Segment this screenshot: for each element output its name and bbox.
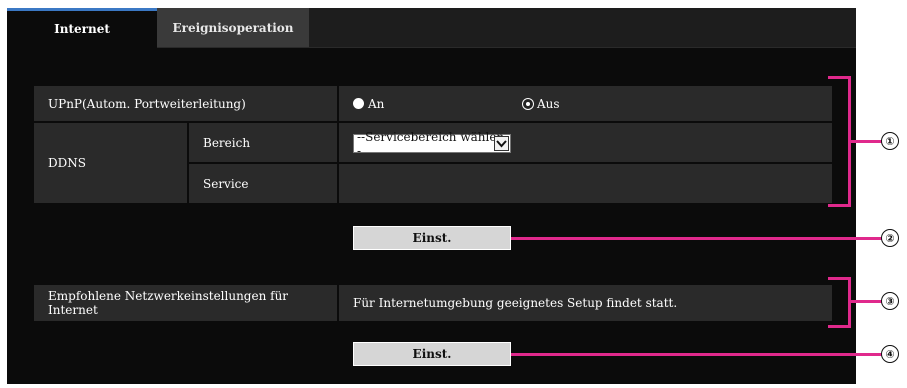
annotation-number-2: ② xyxy=(881,229,899,247)
bereich-select[interactable]: --Servicebereich wählen-- xyxy=(353,130,511,158)
tab-bar-background xyxy=(309,8,856,47)
annotation-number-3: ③ xyxy=(881,292,899,310)
annotation-number-1: ① xyxy=(881,132,899,150)
annotation-number-4: ④ xyxy=(881,345,899,363)
bereich-select-value: --Servicebereich wählen-- xyxy=(357,129,509,158)
upnp-option-an[interactable]: An xyxy=(353,97,523,111)
upnp-label: UPnP(Autom. Portweiterleitung) xyxy=(34,86,337,121)
radio-selected-icon[interactable] xyxy=(523,98,533,109)
ddns-service-value xyxy=(339,164,832,203)
ddns-label: DDNS xyxy=(34,123,187,203)
tab-internet[interactable]: Internet xyxy=(7,8,157,47)
recommended-value: Für Internetumgebung geeignetes Setup fi… xyxy=(339,285,832,321)
annotation-line-4 xyxy=(511,353,882,356)
tab-divider xyxy=(157,47,856,48)
tab-ereignisoperation[interactable]: Ereignisoperation xyxy=(157,8,309,47)
radio-unselected-icon[interactable] xyxy=(353,98,364,109)
upnp-options: An Aus xyxy=(339,86,832,121)
chevron-down-icon[interactable] xyxy=(494,136,509,151)
set-button-1[interactable]: Einst. xyxy=(353,226,511,250)
recommended-label: Empfohlene Netzwerkeinstellungen für Int… xyxy=(34,285,337,321)
set-button-2[interactable]: Einst. xyxy=(353,342,511,366)
ddns-bereich-label: Bereich xyxy=(189,123,337,162)
annotation-line-2 xyxy=(511,237,882,240)
ddns-service-label: Service xyxy=(189,164,337,203)
upnp-option-aus-label: Aus xyxy=(537,96,560,111)
upnp-option-aus[interactable]: Aus xyxy=(523,97,560,111)
upnp-option-an-label: An xyxy=(368,96,385,111)
